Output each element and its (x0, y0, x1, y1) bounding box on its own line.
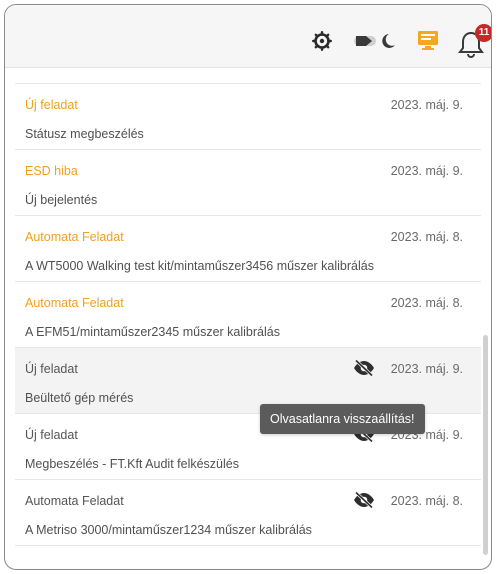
gear-icon[interactable] (312, 31, 332, 51)
list-item[interactable]: ESD hiba 2023. máj. 9. Új bejelentés (15, 150, 481, 216)
notification-body: A WT5000 Walking test kit/mintaműszer345… (25, 259, 374, 273)
eye-slash-icon[interactable] (353, 359, 375, 377)
moon-icon[interactable] (354, 32, 398, 50)
notification-body: A Metriso 3000/mintaműszer1234 műszer ka… (25, 523, 312, 537)
notification-body: Új bejelentés (25, 193, 98, 207)
notification-date: 2023. máj. 9. (390, 164, 463, 178)
notification-date: 2023. máj. 9. (390, 98, 463, 112)
notification-title: Automata Feladat (25, 494, 124, 508)
notification-date: 2023. máj. 8. (390, 494, 463, 508)
notification-body: Beültető gép mérés (25, 391, 134, 405)
notification-body: Státusz megbeszélés (25, 127, 144, 141)
top-toolbar: 11 (5, 5, 491, 68)
notification-body: Megbeszélés - FT.Kft Audit felkészülés (25, 457, 239, 471)
notification-title: Automata Feladat (25, 230, 124, 244)
list-item[interactable]: Automata Feladat 2023. máj. 8. A EFM51/m… (15, 282, 481, 348)
eye-slash-icon[interactable] (353, 491, 375, 509)
mark-unread-tooltip: Olvasatlanra visszaállítás! (260, 404, 425, 434)
notification-body: A EFM51/mintaműszer2345 műszer kalibrálá… (25, 325, 280, 339)
notification-title: Új feladat (25, 98, 78, 112)
notification-title: Új feladat (25, 362, 78, 376)
notification-date: 2023. máj. 9. (390, 362, 463, 376)
notification-list: Új feladat 2023. máj. 9. Státusz megbesz… (15, 83, 481, 546)
notification-date: 2023. máj. 8. (390, 230, 463, 244)
list-item[interactable]: Automata Feladat 2023. máj. 8. A WT5000 … (15, 216, 481, 282)
notification-title: Új feladat (25, 428, 78, 442)
notification-date: 2023. máj. 8. (390, 296, 463, 310)
notification-panel: 11 Új feladat 2023. máj. 9. Státusz megb… (4, 4, 492, 570)
list-item[interactable]: Automata Feladat 2023. máj. 8. A Metriso… (15, 480, 481, 546)
list-item[interactable]: Új feladat 2023. máj. 9. Státusz megbesz… (15, 84, 481, 150)
notification-count-badge: 11 (475, 24, 491, 42)
notification-title: Automata Feladat (25, 296, 124, 310)
scrollbar[interactable] (483, 335, 488, 555)
screen-icon[interactable] (417, 29, 439, 51)
notification-title: ESD hiba (25, 164, 78, 178)
